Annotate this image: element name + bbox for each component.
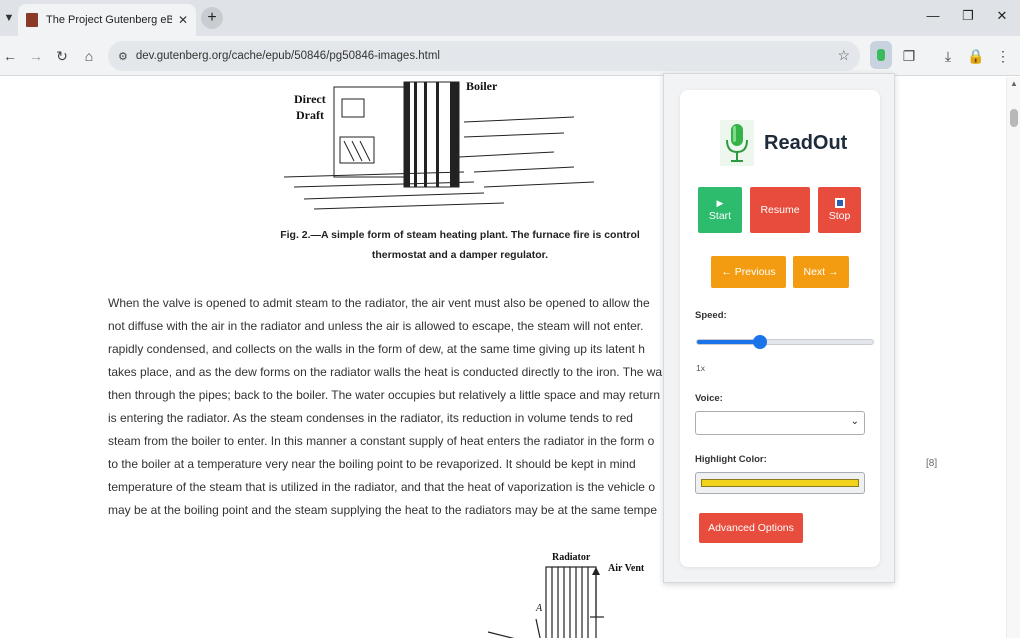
paragraph-line: temperature of the steam that is utilize… [108, 480, 655, 494]
readout-extension-button[interactable] [870, 41, 892, 69]
resume-button[interactable]: Resume [750, 187, 810, 233]
paragraph-line: When the valve is opened to admit steam … [108, 296, 650, 310]
tab-title: The Project Gutenberg eBook o [46, 14, 172, 26]
paragraph-line: not diffuse with the air in the radiator… [108, 319, 644, 333]
page-scrollbar[interactable]: ▲ [1006, 77, 1020, 638]
tab-strip: ▼ The Project Gutenberg eBook o ✕ + — ❐ … [0, 0, 1020, 36]
maximize-icon[interactable]: ❐ [958, 8, 978, 24]
next-button[interactable]: Next → [793, 256, 849, 288]
resume-label: Resume [760, 204, 800, 216]
start-label: Start [708, 210, 732, 222]
forward-icon[interactable]: → [26, 46, 46, 66]
browser-tab[interactable]: The Project Gutenberg eBook o ✕ [18, 4, 196, 36]
boiler-illustration: Direct Draft Boiler [274, 77, 666, 217]
close-tab-icon[interactable]: ✕ [178, 13, 188, 27]
stop-button[interactable]: Stop [818, 187, 861, 233]
home-icon[interactable]: ⌂ [79, 46, 99, 66]
paragraph-line: takes place, and as the dew forms on the… [108, 365, 663, 379]
figure-label-direct: Direct [294, 92, 326, 106]
figure-label-boiler: Boiler [466, 79, 498, 93]
paragraph-line: may be at the boiling point and the stea… [108, 503, 657, 517]
play-icon: ▶ [716, 198, 724, 208]
back-icon[interactable]: ← [0, 46, 20, 66]
previous-label: ← Previous [721, 266, 776, 278]
figure-label-a: A [535, 603, 543, 614]
figure-label-draft: Draft [296, 108, 324, 122]
figure-label-air-vent: Air Vent [608, 563, 645, 574]
minimize-icon[interactable]: — [923, 8, 943, 23]
stop-label: Stop [828, 210, 851, 222]
scroll-up-icon[interactable]: ▲ [1010, 79, 1018, 88]
new-tab-icon[interactable]: + [201, 7, 223, 29]
speed-slider[interactable] [696, 335, 874, 349]
next-label: Next → [803, 266, 839, 278]
book-favicon-icon [26, 13, 38, 27]
url-text[interactable]: dev.gutenberg.org/cache/epub/50846/pg508… [136, 50, 440, 62]
highlight-color-picker[interactable] [695, 472, 865, 494]
readout-panel: ReadOut ▶ Start Resume Stop ← Previous N… [680, 90, 880, 567]
lock-icon[interactable]: 🔒 [966, 46, 986, 66]
close-window-icon[interactable]: ✕ [992, 8, 1012, 24]
microphone-icon [720, 120, 754, 166]
extensions-icon[interactable]: ❐ [899, 46, 919, 66]
figure-caption: Fig. 2.—A simple form of steam heating p… [280, 229, 640, 241]
speed-slider-fill [697, 340, 761, 344]
highlight-color-label: Highlight Color: [695, 454, 767, 465]
voice-select[interactable]: ⌄ [695, 411, 865, 435]
speed-value: 1x [696, 363, 705, 373]
site-info-icon[interactable]: ⚙ [118, 50, 128, 63]
start-button[interactable]: ▶ Start [698, 187, 742, 233]
paragraph-line: then through the pipes; back to the boil… [108, 388, 661, 402]
extension-popup: ReadOut ▶ Start Resume Stop ← Previous N… [663, 73, 895, 583]
paragraph-line: to the boiler at a temperature very near… [108, 457, 636, 471]
paragraph-line: steam from the boiler to enter. In this … [108, 434, 655, 448]
extension-title: ReadOut [764, 131, 848, 154]
menu-icon[interactable]: ⋮ [993, 46, 1013, 66]
highlight-color-swatch [701, 479, 859, 487]
tab-list-icon[interactable]: ▼ [0, 8, 18, 28]
paragraph-line: is entering the radiator. As the steam c… [108, 411, 633, 425]
star-icon[interactable]: ☆ [837, 47, 850, 64]
brand-header: ReadOut [720, 120, 847, 166]
chevron-down-icon: ⌄ [850, 416, 859, 427]
advanced-options-button[interactable]: Advanced Options [699, 513, 803, 543]
browser-toolbar: ← → ↻ ⌂ ⚙ dev.gutenberg.org/cache/epub/5… [0, 36, 1020, 76]
radiator-illustration: Radiator Air Vent A [328, 547, 670, 638]
page-number: [8] [926, 458, 938, 469]
speed-label: Speed: [695, 310, 727, 321]
previous-button[interactable]: ← Previous [711, 256, 786, 288]
speed-slider-thumb[interactable] [753, 335, 768, 349]
microphone-mini-icon [877, 49, 885, 61]
advanced-options-label: Advanced Options [708, 522, 794, 534]
paragraph-line: rapidly condensed, and collects on the w… [108, 342, 645, 356]
figure-label-radiator: Radiator [552, 552, 591, 563]
scroll-thumb[interactable] [1010, 109, 1018, 127]
reload-icon[interactable]: ↻ [52, 46, 72, 66]
download-icon[interactable]: ⤓ [938, 46, 958, 66]
voice-label: Voice: [695, 393, 723, 404]
address-bar[interactable]: ⚙ dev.gutenberg.org/cache/epub/50846/pg5… [108, 41, 860, 71]
figure-caption-cont: thermostat and a damper regulator. [371, 249, 549, 261]
stop-icon [834, 198, 845, 208]
